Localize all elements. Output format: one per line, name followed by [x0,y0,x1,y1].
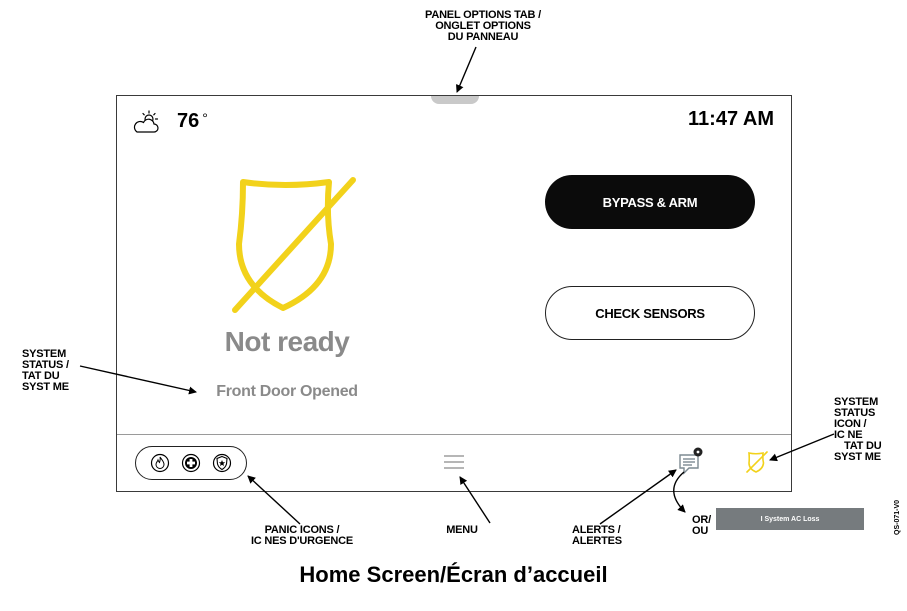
shield-slash-small-icon[interactable] [745,450,769,474]
shield-slash-icon [232,177,356,313]
callout-line: IC NES D'URGENCE [250,535,354,547]
system-status-detail: Front Door Opened [216,383,358,400]
bypass-arm-button[interactable]: BYPASS & ARM [545,175,755,229]
system-status-text: Not ready [224,326,350,357]
system-status-icon-callout: SYSTEM STATUS ICON / IC NE TAT DU SYST M… [834,397,904,463]
callout-line: SYST ME [834,451,881,463]
panic-icons-group [135,446,247,480]
hamburger-menu-icon[interactable] [443,452,465,472]
callout-line: ALERTES [572,535,622,547]
temperature-readout: 76 ° [177,110,208,133]
clock: 11:47 AM [688,108,774,130]
temperature-value: 76 [177,110,200,132]
police-badge-icon[interactable] [212,453,232,473]
degree-symbol: ° [202,110,208,126]
check-sensors-button[interactable]: CHECK SENSORS [545,286,755,340]
ac-loss-banner[interactable]: I System AC Loss [716,508,864,530]
alert-message-icon[interactable] [677,446,705,476]
document-code: QS-071-V0 [894,499,901,535]
diagram-caption: Home Screen/Écran d’accueil [299,562,608,587]
fire-icon[interactable] [150,453,170,473]
panic-icons-callout: PANIC ICONS / IC NES D'URGENCE [232,525,372,547]
alerts-callout: ALERTS / ALERTES [572,525,642,547]
panel-options-tab[interactable] [431,96,479,104]
menu-callout: MENU [442,525,482,536]
partly-cloudy-icon [133,110,159,133]
panel-tab-arrow [456,46,477,93]
footer-divider [117,434,791,435]
callout-line: DU PANNEAU [447,31,519,43]
callout-line: SYST ME [22,381,69,393]
system-status-callout: SYSTEM STATUS / TAT DU SYST ME [22,349,102,393]
medical-cross-icon[interactable] [181,453,201,473]
callout-line: MENU [446,524,478,536]
panel-options-tab-callout: PANEL OPTIONS TAB / ONGLET OPTIONS DU PA… [408,10,558,43]
panel-screen: 76 ° 11:47 AM Not ready Front Door Opened… [116,95,792,492]
